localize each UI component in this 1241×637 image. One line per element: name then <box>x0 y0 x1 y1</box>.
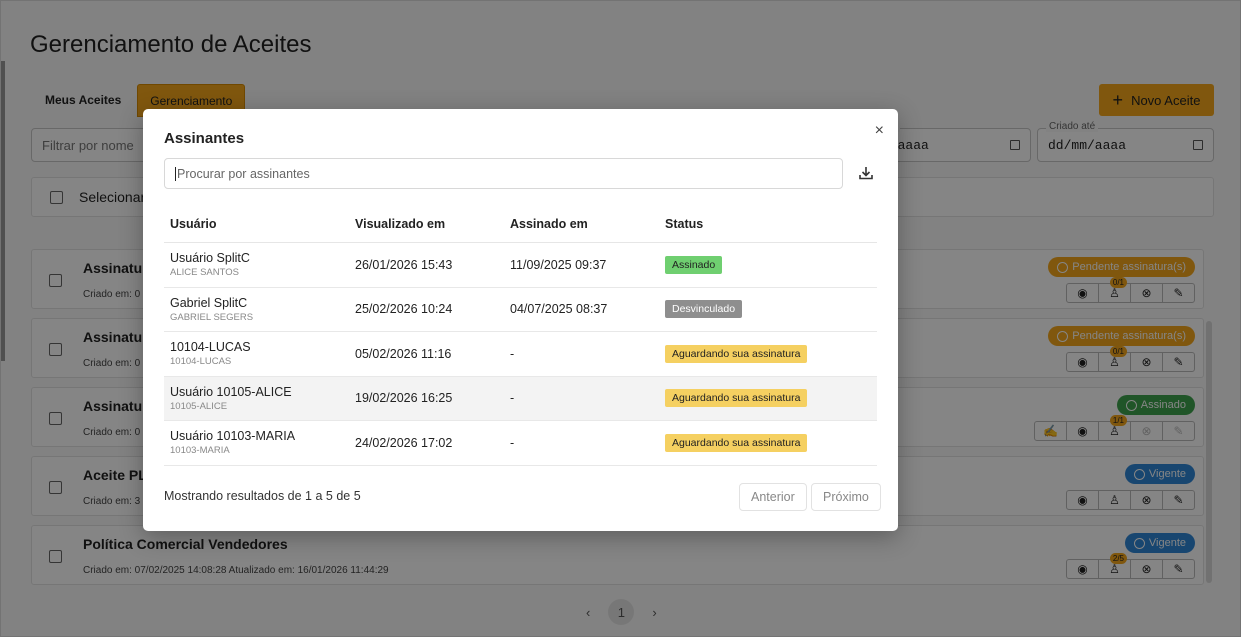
signed-at: - <box>510 391 515 406</box>
table-row: Gabriel SplitC GABRIEL SEGERS 25/02/2026 … <box>164 288 877 332</box>
viewed-at: 25/02/2026 10:24 <box>355 302 453 317</box>
viewed-at: 24/02/2026 17:02 <box>355 435 453 450</box>
column-header-viewed: Visualizado em <box>355 216 446 231</box>
user-name: 10104-LUCAS <box>170 340 251 355</box>
viewed-at: 19/02/2026 16:25 <box>355 391 453 406</box>
table-row: Usuário 10105-ALICE 10105-ALICE 19/02/202… <box>164 376 877 421</box>
signers-modal: Assinantes × Procurar por assinantes Usu… <box>143 109 898 531</box>
next-page-button[interactable]: Próximo <box>811 483 881 511</box>
table-row: 10104-LUCAS 10104-LUCAS 05/02/2026 11:16 … <box>164 332 877 377</box>
user-login: ALICE SANTOS <box>170 267 239 279</box>
viewed-at: 26/01/2026 15:43 <box>355 257 453 272</box>
signed-at: 04/07/2025 08:37 <box>510 302 608 317</box>
status-badge: Assinado <box>665 255 723 274</box>
table-row: Usuário 10103-MARIA 10103-MARIA 24/02/202… <box>164 421 877 466</box>
signed-at: - <box>510 435 515 450</box>
status-badge: Aguardando sua assinatura <box>665 344 808 363</box>
column-header-user: Usuário <box>170 216 217 231</box>
signers-table: Usuário Visualizado em Assinado em Statu… <box>164 205 877 466</box>
user-name: Usuário SplitC <box>170 251 250 266</box>
table-row: Usuário SplitC ALICE SANTOS 26/01/2026 15… <box>164 243 877 288</box>
download-icon[interactable] <box>857 164 875 182</box>
previous-page-button[interactable]: Anterior <box>739 483 807 511</box>
viewed-at: 05/02/2026 11:16 <box>355 346 452 361</box>
status-badge: Desvinculado <box>665 300 743 319</box>
user-name: Gabriel SplitC <box>170 295 248 310</box>
signed-at: 11/09/2025 09:37 <box>510 257 607 272</box>
user-login: 10103-MARIA <box>170 445 230 457</box>
close-icon[interactable]: × <box>875 122 884 140</box>
signers-search-input[interactable]: Procurar por assinantes <box>164 158 843 189</box>
status-badge: Aguardando sua assinatura <box>665 389 808 408</box>
column-header-status: Status <box>665 216 704 231</box>
user-name: Usuário 10103-MARIA <box>170 429 296 444</box>
table-header: Usuário Visualizado em Assinado em Statu… <box>164 205 877 243</box>
user-name: Usuário 10105-ALICE <box>170 384 292 399</box>
user-login: 10105-ALICE <box>170 400 228 412</box>
results-summary: Mostrando resultados de 1 a 5 de 5 <box>164 489 361 503</box>
status-badge: Aguardando sua assinatura <box>665 433 808 452</box>
user-login: GABRIEL SEGERS <box>170 311 254 323</box>
column-header-signed: Assinado em <box>510 216 588 231</box>
user-login: 10104-LUCAS <box>170 356 232 368</box>
signed-at: - <box>510 346 515 361</box>
modal-title: Assinantes <box>164 130 245 147</box>
